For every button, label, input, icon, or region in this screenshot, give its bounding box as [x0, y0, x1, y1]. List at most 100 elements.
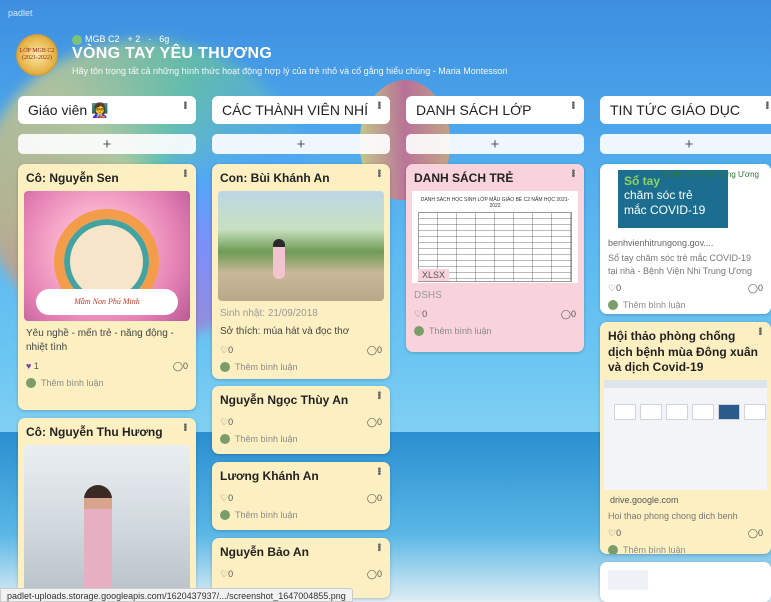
comment-count[interactable]: ◯0	[367, 417, 382, 428]
collaborators-count[interactable]: + 2	[128, 34, 141, 44]
link-domain[interactable]: benhvienhitrungong.gov....	[600, 234, 771, 250]
more-icon[interactable]: •••	[373, 391, 384, 399]
post-image[interactable]	[24, 444, 190, 595]
link-domain[interactable]: drive.google.com	[606, 493, 683, 506]
heart-icon: ♡	[220, 416, 229, 427]
add-comment[interactable]: Thêm bình luận	[212, 360, 390, 378]
author[interactable]: MGB C2	[72, 34, 120, 45]
like-button[interactable]: ♡0	[608, 283, 621, 294]
like-button[interactable]: ♡0	[608, 528, 621, 539]
slide-thumb	[640, 403, 662, 420]
post-reactions: ♡0 ◯0	[600, 524, 771, 543]
post-body: Sổ tay chăm sóc trẻ mắc COVID-19 tại nhà…	[608, 253, 753, 276]
more-icon[interactable]: •••	[754, 327, 765, 335]
more-icon[interactable]: •••	[179, 169, 190, 177]
link-preview-image[interactable]	[604, 379, 767, 490]
more-icon[interactable]: •••	[179, 101, 190, 109]
post-card-partial[interactable]	[600, 562, 771, 602]
add-comment[interactable]: Thêm bình luận	[212, 432, 390, 450]
comment-count[interactable]: ◯0	[367, 345, 382, 356]
post-card-covid-handbook[interactable]: ••• Sổ tay chăm sóc trẻ mắc COVID-19 Bện…	[600, 164, 771, 314]
like-button[interactable]: ♡0	[220, 345, 233, 356]
post-card-nguyen-ngoc-thuy-an[interactable]: ••• Nguyễn Ngọc Thùy An ♡0 ◯0 Thêm bình …	[212, 386, 390, 454]
more-icon[interactable]: •••	[567, 169, 578, 177]
add-comment[interactable]: Thêm bình luận	[212, 508, 390, 526]
comment-count[interactable]: ◯0	[173, 361, 188, 372]
post-card-bui-khanh-an[interactable]: ••• Con: Bùi Khánh An Sinh nhật: 21/09/2…	[212, 164, 390, 379]
post-reactions: ♡0 ◯0	[212, 489, 390, 508]
post-card-nguyen-sen[interactable]: ••• Cô: Nguyễn Sen Mầm Non Phú Minh Yêu …	[18, 164, 196, 410]
more-icon[interactable]: •••	[373, 169, 384, 177]
more-icon[interactable]: •••	[761, 101, 771, 109]
more-icon[interactable]: •••	[373, 543, 384, 551]
slide-thumb	[666, 403, 688, 420]
comment-count[interactable]: ◯0	[367, 569, 382, 580]
comment-icon: ◯	[560, 308, 571, 319]
comment-count[interactable]: ◯0	[561, 309, 576, 320]
board-logo[interactable]: LỚP MGB C2 (2021-2022)	[16, 34, 58, 76]
status-bar-url: padlet-uploads.storage.googleapis.com/16…	[0, 588, 353, 602]
post-card-luong-khanh-an[interactable]: ••• Lương Khánh An ♡0 ◯0 Thêm bình luận	[212, 462, 390, 530]
comment-icon: ◯	[366, 492, 377, 503]
heart-icon: ♡	[608, 283, 617, 294]
file-type-badge: XLSX	[418, 268, 450, 281]
like-button[interactable]: ♡0	[220, 417, 233, 428]
more-icon[interactable]: •••	[567, 101, 578, 109]
post-title: Cô: Nguyễn Sen	[26, 171, 119, 185]
user-avatar	[608, 300, 618, 311]
post-image[interactable]: Mầm Non Phú Minh	[24, 190, 190, 321]
post-title: Nguyễn Bảo An	[220, 545, 309, 559]
board-age: 6g	[159, 34, 170, 45]
heart-icon: ♡	[220, 568, 229, 579]
slide-thumb	[692, 403, 714, 420]
author-avatar	[72, 34, 82, 45]
board-meta: MGB C2 + 2 · 6g	[72, 34, 169, 45]
column-title[interactable]: TIN TỨC GIÁO DỤC •••	[600, 96, 771, 124]
comment-count[interactable]: ◯0	[748, 283, 763, 294]
add-post-button[interactable]: +	[406, 134, 584, 154]
preview-thumb	[608, 570, 648, 590]
teacher-figure	[84, 484, 112, 595]
like-button[interactable]: ♡0	[414, 309, 427, 320]
add-comment[interactable]: Thêm bình luận	[600, 298, 771, 314]
slide-thumb	[614, 403, 636, 420]
more-icon[interactable]: •••	[373, 101, 384, 109]
column-teachers: Giáo viên 👩‍🏫 ••• +	[18, 96, 196, 154]
column-title[interactable]: DANH SÁCH LỚP •••	[406, 96, 584, 124]
add-comment[interactable]: Thêm bình luận	[18, 376, 196, 394]
add-post-button[interactable]: +	[600, 134, 771, 154]
post-title: Cô: Nguyễn Thu Hương	[26, 425, 163, 439]
add-post-button[interactable]: +	[18, 134, 196, 154]
comment-icon: ◯	[747, 283, 758, 294]
comment-count[interactable]: ◯0	[748, 528, 763, 539]
user-avatar	[414, 325, 424, 336]
like-button[interactable]: ♡0	[220, 569, 233, 580]
column-title[interactable]: CÁC THÀNH VIÊN NHÍ •••	[212, 96, 390, 124]
heart-icon: ♡	[220, 344, 229, 355]
add-comment[interactable]: Thêm bình luận	[600, 543, 771, 554]
more-icon[interactable]: •••	[373, 467, 384, 475]
spreadsheet-title: DANH SÁCH HỌC SINH LỚP MẪU GIÁO BÉ C2 NĂ…	[420, 196, 570, 209]
more-icon[interactable]: •••	[179, 423, 190, 431]
column-title[interactable]: Giáo viên 👩‍🏫 •••	[18, 96, 196, 124]
logo-line-1: LỚP MGB C2	[19, 47, 55, 54]
image-caption: Mầm Non Phú Minh	[36, 288, 178, 315]
comment-count[interactable]: ◯0	[367, 493, 382, 504]
like-button[interactable]: ♡0	[220, 493, 233, 504]
hospital-logo: Bệnh viện Nhi Trung Ương	[663, 170, 759, 179]
user-avatar	[220, 433, 230, 444]
spreadsheet-preview[interactable]: DANH SÁCH HỌC SINH LỚP MẪU GIÁO BÉ C2 NĂ…	[412, 190, 578, 283]
post-title: Nguyễn Ngọc Thùy An	[220, 393, 349, 407]
add-comment[interactable]: Thêm bình luận	[406, 324, 584, 342]
padlet-brand[interactable]: padlet	[8, 8, 33, 18]
comment-icon: ◯	[366, 568, 377, 579]
post-card-seminar[interactable]: ••• Hội thảo phòng chống dịch bệnh mùa Đ…	[600, 322, 771, 554]
post-image[interactable]	[218, 190, 384, 301]
board-title: VÒNG TAY YÊU THƯƠNG	[72, 45, 273, 62]
add-post-button[interactable]: +	[212, 134, 390, 154]
post-card-danh-sach-tre[interactable]: ••• DANH SÁCH TRẺ DANH SÁCH HỌC SINH LỚP…	[406, 164, 584, 352]
like-button[interactable]: ♥ 1	[26, 361, 39, 371]
heart-icon: ♡	[414, 308, 423, 319]
link-preview-image[interactable]: Sổ tay chăm sóc trẻ mắc COVID-19 Bệnh vi…	[600, 164, 771, 234]
post-card-nguyen-thu-huong[interactable]: ••• Cô: Nguyễn Thu Hương	[18, 418, 196, 598]
